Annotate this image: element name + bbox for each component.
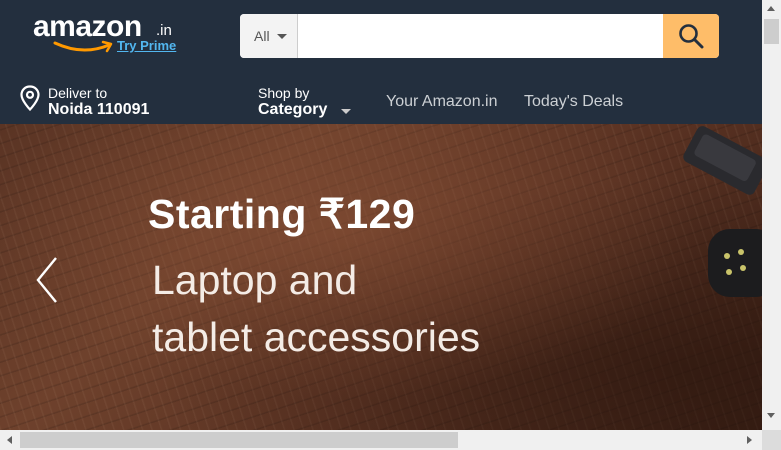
- try-prime-link[interactable]: Try Prime: [117, 38, 176, 53]
- scroll-right-arrow-icon[interactable]: [747, 436, 752, 444]
- scrollbar-corner: [762, 430, 781, 450]
- hero-product-image: [681, 124, 762, 197]
- scroll-up-arrow-icon[interactable]: [767, 6, 775, 11]
- vertical-scrollbar[interactable]: [762, 0, 781, 430]
- search-bar: All: [240, 14, 719, 58]
- hero-banner[interactable]: Starting ₹129 Laptop and tablet accessor…: [0, 124, 762, 430]
- horizontal-scrollbar[interactable]: [0, 430, 762, 450]
- carousel-prev-button[interactable]: [30, 254, 64, 306]
- hero-product-image: [708, 229, 762, 297]
- search-icon: [679, 24, 704, 49]
- hero-subtitle-line2: tablet accessories: [152, 314, 481, 360]
- shop-by-label: Shop by: [258, 85, 310, 101]
- search-input[interactable]: [298, 14, 663, 58]
- location-pin-icon: [20, 85, 40, 111]
- scroll-left-arrow-icon[interactable]: [7, 436, 12, 444]
- shop-by-category-menu[interactable]: Shop by Category: [258, 78, 368, 118]
- smile-arrow-icon: [53, 40, 113, 53]
- header-top: amazon .in Try Prime All: [0, 0, 762, 72]
- nav-link-todays-deals[interactable]: Today's Deals: [524, 93, 623, 111]
- horizontal-scroll-thumb[interactable]: [20, 432, 458, 448]
- search-button[interactable]: [663, 14, 719, 58]
- hero-title: Starting ₹129: [148, 191, 416, 237]
- deliver-to-label: Deliver to: [48, 85, 108, 101]
- page-viewport: amazon .in Try Prime All Deliver to Noid…: [0, 0, 762, 430]
- amazon-logo[interactable]: amazon .in Try Prime: [33, 10, 183, 58]
- deliver-to-location[interactable]: Deliver to Noida 110091: [20, 78, 220, 118]
- search-department-dropdown[interactable]: All: [240, 14, 298, 58]
- nav-link-your-amazon[interactable]: Your Amazon.in: [386, 93, 497, 111]
- category-label: Category: [258, 101, 328, 118]
- search-department-label: All: [254, 28, 270, 44]
- scroll-down-arrow-icon[interactable]: [767, 413, 775, 418]
- caret-down-icon: [341, 109, 351, 114]
- hero-subtitle-line1: Laptop and: [152, 257, 358, 303]
- header-nav: Deliver to Noida 110091 Shop by Category…: [0, 72, 762, 124]
- deliver-to-address: Noida 110091: [48, 101, 150, 118]
- vertical-scroll-thumb[interactable]: [764, 19, 779, 44]
- caret-down-icon: [277, 34, 287, 39]
- chevron-left-icon: [36, 257, 57, 303]
